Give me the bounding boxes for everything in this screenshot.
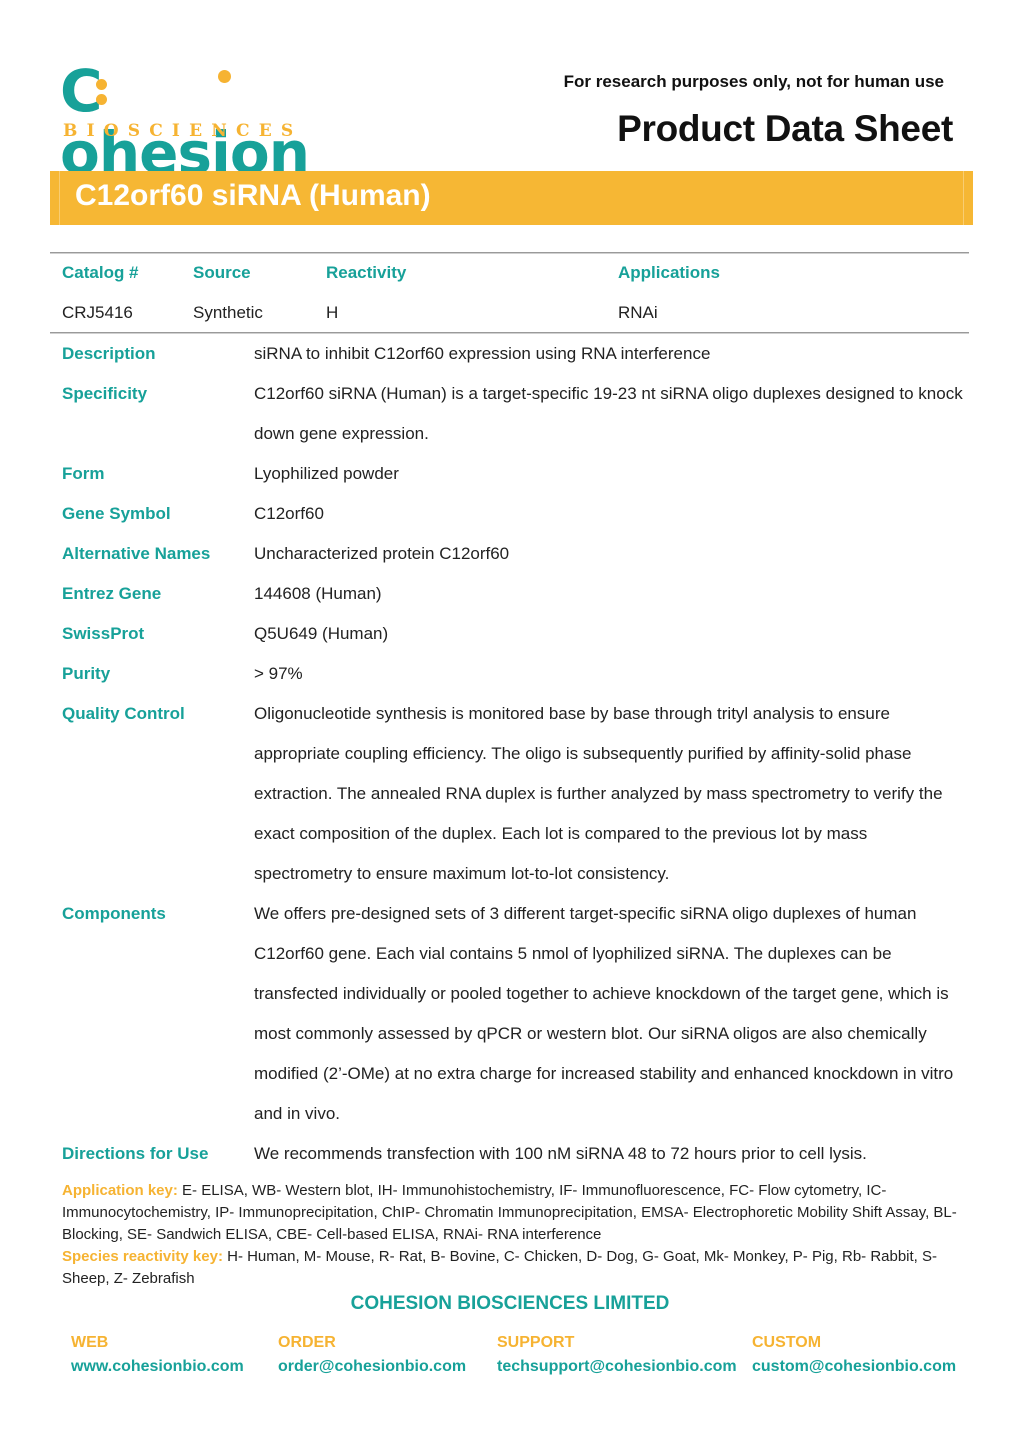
detail-value-form: Lyophilized powder (254, 464, 399, 483)
detail-value-gene-symbol: C12orf60 (254, 504, 324, 523)
product-banner: C12orf60 siRNA (Human) (50, 171, 973, 225)
detail-value-swissprot: Q5U649 (Human) (254, 624, 389, 643)
product-title: C12orf60 siRNA (Human) (75, 179, 431, 212)
detail-value-description: siRNA to inhibit C12orf60 expression usi… (254, 344, 711, 363)
logo-c-letter: C (60, 57, 103, 125)
application-key-text: E- ELISA, WB- Western blot, IH- Immunohi… (62, 1182, 957, 1243)
detail-value-specificity: C12orf60 siRNA (Human) is a target-speci… (254, 384, 963, 443)
contact-order-label: ORDER (278, 1334, 336, 1351)
detail-value-quality-control: Oligonucleotide synthesis is monitored b… (254, 704, 943, 883)
company-logo: Cohesion BIOSCIENCES (60, 57, 350, 184)
contact-support-link[interactable]: techsupport@cohesionbio.com (497, 1355, 737, 1379)
detail-value-directions: We recommends transfection with 100 nM s… (254, 1144, 867, 1163)
contact-web-label: WEB (71, 1334, 109, 1351)
contact-order: ORDER order@cohesionbio.com (278, 1333, 466, 1379)
legend-keys: Application key: E- ELISA, WB- Western b… (62, 1180, 962, 1290)
detail-label-alternative-names: Alternative Names (62, 544, 211, 563)
contact-web: WEB www.cohesionbio.com (71, 1333, 244, 1379)
page-title: Product Data Sheet (617, 108, 953, 149)
applications-value: RNAi (618, 303, 658, 322)
table-header-source: Source (193, 263, 251, 282)
detail-value-components: We offers pre-designed sets of 3 differe… (254, 904, 954, 1123)
detail-label-components: Components (62, 904, 166, 923)
contact-web-link[interactable]: www.cohesionbio.com (71, 1355, 244, 1379)
detail-value-purity: > 97% (254, 664, 303, 683)
divider (50, 252, 969, 254)
detail-label-gene-symbol: Gene Symbol (62, 504, 171, 523)
table-header-reactivity: Reactivity (326, 263, 407, 282)
table-header-catalog: Catalog # (62, 263, 139, 282)
logo-dot-icon (96, 94, 107, 105)
detail-label-swissprot: SwissProt (62, 624, 145, 643)
contact-custom: CUSTOM custom@cohesionbio.com (752, 1333, 956, 1379)
contact-support: SUPPORT techsupport@cohesionbio.com (497, 1333, 737, 1379)
detail-label-description: Description (62, 344, 156, 363)
detail-value-entrez-gene: 144608 (Human) (254, 584, 382, 603)
logo-subtitle: BIOSCIENCES (63, 121, 303, 141)
application-key: Application key: E- ELISA, WB- Western b… (62, 1180, 962, 1246)
detail-label-directions: Directions for Use (62, 1144, 209, 1163)
reactivity-value: H (326, 303, 339, 322)
contact-custom-link[interactable]: custom@cohesionbio.com (752, 1355, 956, 1379)
detail-label-form: Form (62, 464, 105, 483)
detail-value-alternative-names: Uncharacterized protein C12orf60 (254, 544, 510, 563)
contact-order-link[interactable]: order@cohesionbio.com (278, 1355, 466, 1379)
contact-custom-label: CUSTOM (752, 1334, 822, 1351)
contact-support-label: SUPPORT (497, 1334, 575, 1351)
company-name: COHESION BIOSCIENCES LIMITED (350, 1293, 670, 1314)
research-use-note: For research purposes only, not for huma… (563, 72, 944, 91)
catalog-number: CRJ5416 (62, 303, 133, 322)
detail-label-specificity: Specificity (62, 384, 148, 403)
detail-label-quality-control: Quality Control (62, 704, 185, 723)
detail-label-purity: Purity (62, 664, 111, 683)
detail-label-entrez-gene: Entrez Gene (62, 584, 162, 603)
source-value: Synthetic (193, 303, 263, 322)
species-key-label: Species reactivity key: (62, 1248, 223, 1265)
table-header-applications: Applications (618, 263, 721, 282)
species-key: Species reactivity key: H- Human, M- Mou… (62, 1246, 962, 1290)
application-key-label: Application key: (62, 1182, 178, 1199)
logo-dot-icon (96, 79, 107, 90)
logo-dot-icon (218, 70, 231, 83)
